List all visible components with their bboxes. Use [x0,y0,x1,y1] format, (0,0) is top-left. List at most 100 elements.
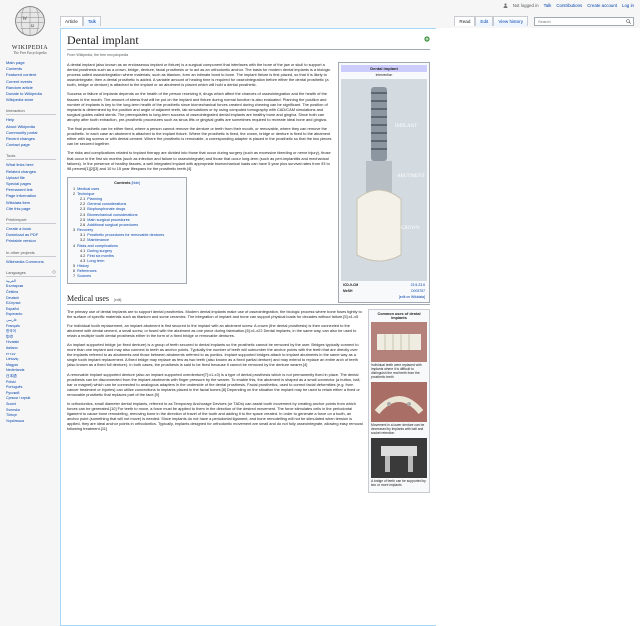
page-title: Dental implant [67,33,430,50]
toc-label[interactable]: Main surgical procedures [87,218,129,222]
toc-number: 3 [73,228,76,233]
tagline: The Free Encyclopedia [13,51,47,55]
toc-label[interactable]: Additional surgical procedures [87,223,138,227]
search-input[interactable]: Search [534,17,634,26]
language-link-25[interactable]: Українська [6,419,56,425]
search-placeholder: Search [538,19,551,24]
toc-hide-link[interactable]: [hide] [132,181,140,185]
toc-label[interactable]: Sources [77,274,91,278]
toc-number: 1 [73,186,76,191]
tab-article[interactable]: Article [60,16,83,26]
infobox-value[interactable]: D003757 [411,289,425,293]
toc-label[interactable]: First six months [87,254,114,258]
toc-label[interactable]: Maintenance [87,238,109,242]
tab-view-history[interactable]: View history [493,16,528,26]
toc-label[interactable]: Technique [77,192,94,196]
toc-label[interactable]: References [77,269,96,273]
gallery-title: Common uses of dental implants [377,311,421,320]
toc-number: 4.3 [80,258,86,263]
abutment-label: ABUTMENT [397,174,425,179]
bridge-xray-image[interactable] [371,437,427,478]
toc-number: 7 [73,274,76,279]
contributions-link[interactable]: Contributions [556,3,582,8]
sidebar-item-6[interactable]: Wikipedia store [6,97,56,103]
toc-number: 3.2 [80,238,86,243]
toc-number: 6 [73,269,76,274]
tab-talk[interactable]: Talk [82,16,101,26]
toc-number: 4 [73,243,76,248]
single-tooth-implant-image[interactable] [371,321,427,362]
toc-number: 2.1 [80,197,86,202]
toc-label[interactable]: Planning [87,197,102,201]
sidebar-print: Print/export Create a book Download as PD… [6,217,56,245]
page-background-right [436,28,640,626]
toc-number: 2.2 [80,202,86,207]
infobox: Dental implant Intervention IMPLANT ABUT… [338,62,430,303]
toc-item[interactable]: 7 Sources [73,274,181,279]
log-in-link[interactable]: Log in [622,3,634,8]
infobox-caption: Intervention [375,73,393,77]
table-of-contents: Contents [hide] 1 Medical uses 2 Technique 2… [67,176,187,284]
listen-plus-icon[interactable] [424,36,430,42]
sidebar: Main page Contents Featured content Current… [6,60,56,429]
dental-implant-image[interactable]: IMPLANT ABUTMENT CROWN [341,79,427,281]
tab-read[interactable]: Read [454,16,476,26]
gallery-caption: Movement in a lower denture can be decre… [371,422,425,435]
toc-label[interactable]: Risks and complications [77,244,118,248]
talk-link[interactable]: Talk [544,3,552,8]
toc-number: 2 [73,191,76,196]
common-uses-gallery: Common uses of dental implants Individua… [368,308,430,493]
gallery-caption: A bridge of teeth can be supported by tw… [371,478,426,487]
globe-logo-icon: W Ω [15,6,45,36]
toc-number: 4.2 [80,253,86,258]
toc-label[interactable]: During surgery [87,249,112,253]
toc-title: Contents [114,180,131,185]
wikipedia-logo[interactable]: W Ω WIKIPEDIA The Free Encyclopedia [4,4,56,55]
sidebar-navigation: Main page Contents Featured content Current… [6,60,56,103]
svg-text:Ω: Ω [31,23,34,28]
toc-label[interactable]: Long term [87,259,104,263]
view-tabs: Read Edit View history Search [454,16,634,26]
svg-text:W: W [22,16,27,22]
edit-on-wikidata-link[interactable]: [edit on Wikidata] [341,294,427,300]
toc-number: 5 [73,264,76,269]
infobox-key: MeSH [343,289,353,293]
section-edit-link[interactable]: [edit] [114,298,121,302]
sidebar-print-item-2[interactable]: Printable version [6,238,56,244]
sidebar-heading-print: Print/export [6,217,56,225]
toc-label[interactable]: Medical uses [77,187,99,191]
toc-label[interactable]: Prosthetic procedures for removable dent… [87,233,164,237]
toc-number: 3.1 [80,233,86,238]
namespace-tabs: Article Talk [60,16,101,26]
toc-label[interactable]: General considerations [87,202,126,206]
lower-denture-image[interactable] [371,381,427,422]
sidebar-other-item-0[interactable]: Wikimedia Commons [6,259,56,265]
sidebar-tools-item-7[interactable]: Cite this page [6,206,56,212]
user-icon [503,3,508,8]
infobox-title: Dental implant [341,65,427,72]
tab-edit[interactable]: Edit [475,16,494,26]
sidebar-interaction: Interaction Help About Wikipedia Community… [6,108,56,148]
toc-label[interactable]: Recovery [77,228,93,232]
infobox-value[interactable]: 23.5-23.6 [411,283,425,287]
article-content: Dental implant From Wikipedia, the free … [60,28,436,626]
sidebar-tools: Tools What links here Related changes Uplo… [6,153,56,212]
sidebar-heading-languages: Languages [6,270,56,277]
search-icon[interactable] [626,19,631,24]
toc-label[interactable]: Biomechanical considerations [87,213,137,217]
toc-number: 2.3 [80,207,86,212]
gear-icon[interactable] [52,270,56,274]
toc-label[interactable]: History [77,264,89,268]
crown-label: CROWN [401,226,420,231]
toc-label[interactable]: Biophosphonate drugs [87,207,125,211]
page-subtitle: From Wikipedia, the free encyclopedia [67,53,129,57]
sidebar-languages: Languages العربية Български Čeština Deutsch… [6,270,56,424]
section-title: Medical uses [67,293,109,303]
infobox-key: ICD-9-CM [343,283,359,287]
toc-number: 2.4 [80,212,86,217]
sidebar-interaction-item-4[interactable]: Contact page [6,142,56,148]
create-account-link[interactable]: Create account [587,3,617,8]
gallery-caption: Individual teeth were replaced with impl… [371,362,422,379]
personal-tools: Not logged in Talk Contributions Create … [503,3,634,8]
languages-label: Languages [6,269,26,275]
